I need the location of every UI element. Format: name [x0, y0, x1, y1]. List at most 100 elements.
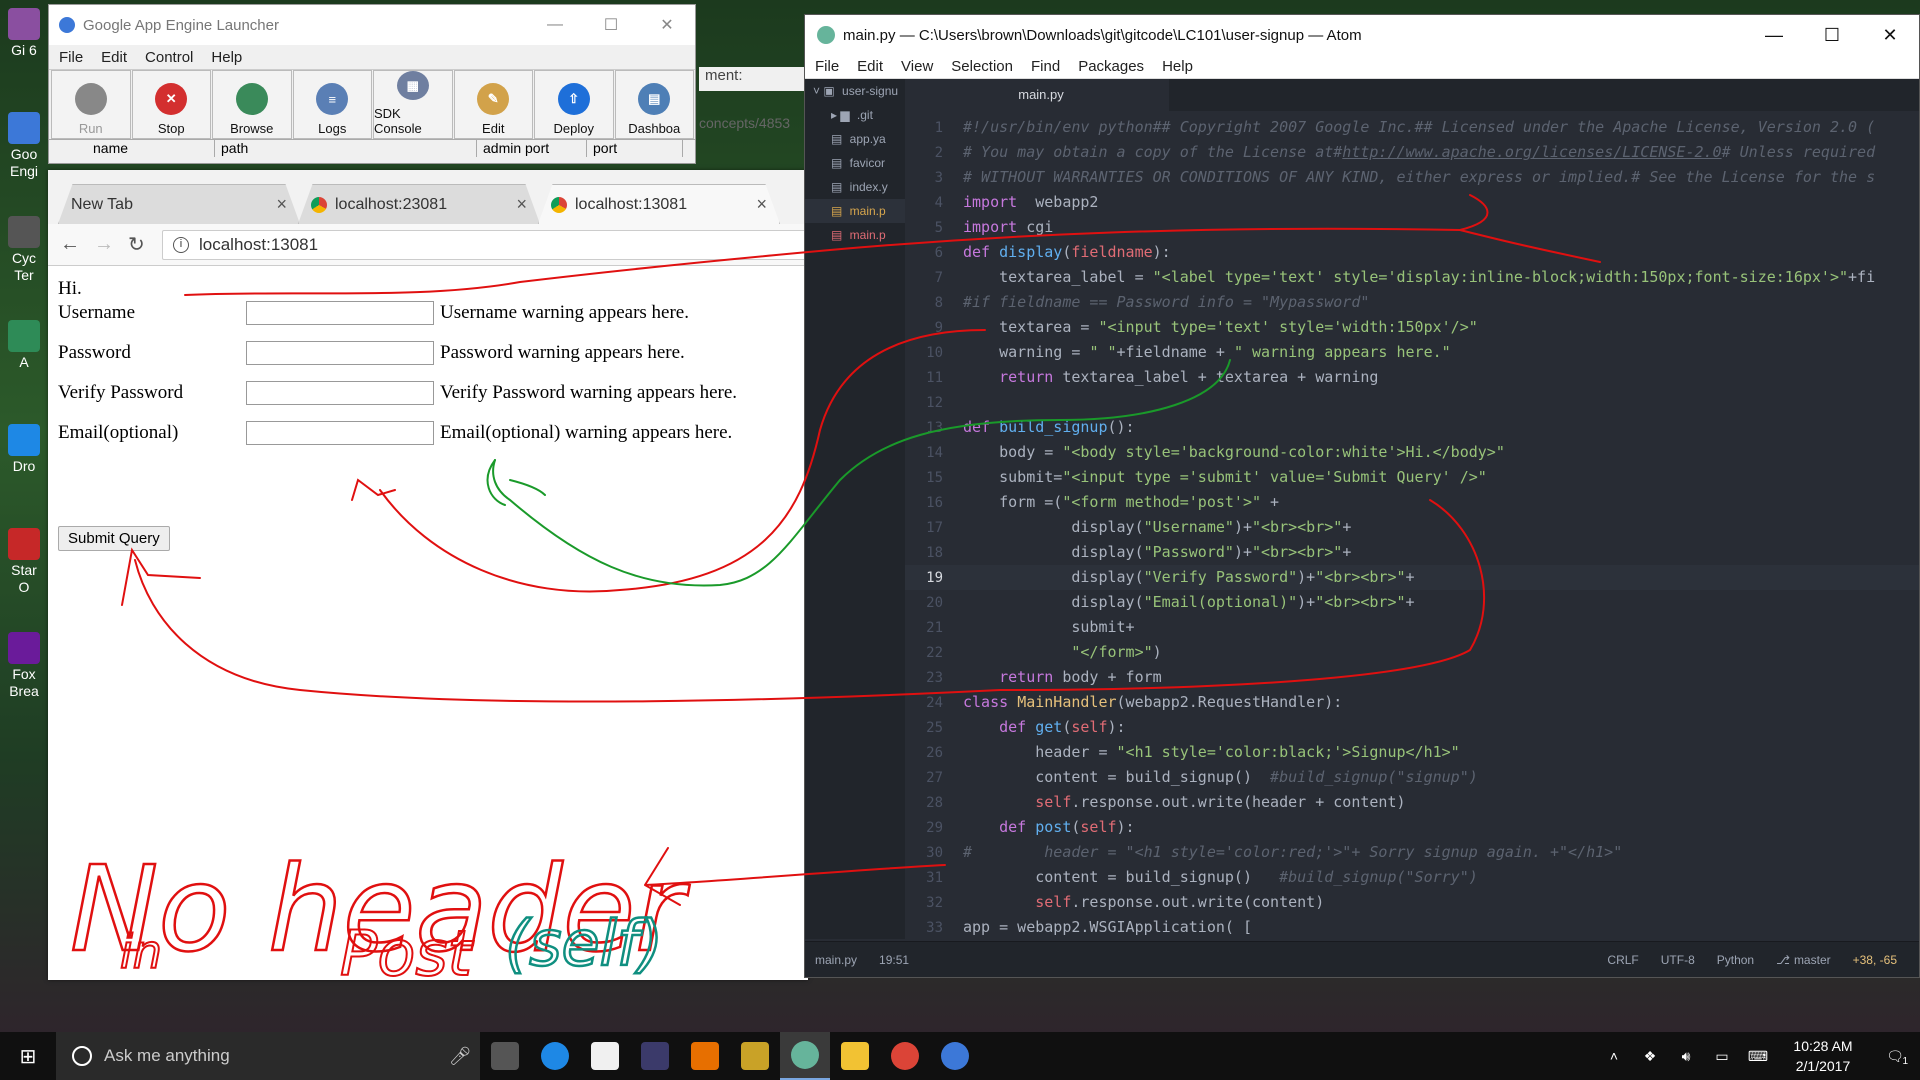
- battery-icon[interactable]: ▭: [1704, 1048, 1740, 1065]
- gae-menu-control[interactable]: Control: [145, 49, 193, 66]
- status-eol[interactable]: CRLF: [1607, 953, 1638, 967]
- keyboard-icon[interactable]: ⌨: [1740, 1048, 1776, 1065]
- taskbar-gae-button[interactable]: [930, 1032, 980, 1080]
- gae-tool-deploy[interactable]: ⇧ Deploy: [534, 70, 614, 139]
- tree-item[interactable]: ˅ ▣ user-signu: [805, 79, 905, 103]
- clock[interactable]: 10:28 AM 2/1/2017: [1776, 1036, 1870, 1076]
- taskbar-java-button[interactable]: [680, 1032, 730, 1080]
- dropbox-icon[interactable]: ❖: [1632, 1048, 1668, 1065]
- close-icon[interactable]: ✕: [639, 15, 695, 35]
- gae-tool-browse[interactable]: Browse: [212, 70, 292, 139]
- gae-menu-file[interactable]: File: [59, 49, 83, 66]
- desktop-icon[interactable]: Dro: [4, 424, 44, 475]
- gae-column-header[interactable]: admin port: [477, 140, 587, 157]
- atom-menu-edit[interactable]: Edit: [857, 58, 883, 75]
- field-input[interactable]: [246, 381, 434, 405]
- taskbar-chrome-button[interactable]: [880, 1032, 930, 1080]
- atom-menu-selection[interactable]: Selection: [951, 58, 1013, 75]
- desktop-icon[interactable]: Goo Engi: [4, 112, 44, 180]
- gae-tool-label: Deploy: [553, 121, 594, 136]
- notification-icon[interactable]: 🗨︎ 1: [1870, 1048, 1920, 1067]
- desktop-icon[interactable]: Fox Brea: [4, 632, 44, 700]
- taskbar-explorer-button[interactable]: [830, 1032, 880, 1080]
- gae-tool-run[interactable]: Run: [51, 70, 131, 139]
- back-icon[interactable]: ←: [60, 233, 94, 256]
- atom-menu-find[interactable]: Find: [1031, 58, 1060, 75]
- tree-item[interactable]: ▤ favicor: [805, 151, 905, 175]
- minimize-icon[interactable]: —: [1745, 25, 1803, 46]
- gae-tool-logs[interactable]: ≡ Logs: [292, 70, 372, 139]
- tab-close-icon[interactable]: ×: [516, 194, 527, 215]
- tab-close-icon[interactable]: ×: [756, 194, 767, 215]
- desktop-icon[interactable]: Cyc Ter: [4, 216, 44, 284]
- desktop-icon[interactable]: Gi 6: [4, 8, 44, 59]
- desktop-icon[interactable]: Star O: [4, 528, 44, 596]
- page-content: Hi. Username Username warning appears her…: [48, 266, 808, 966]
- file-icon: ▤: [831, 180, 846, 194]
- gae-menu-help[interactable]: Help: [211, 49, 242, 66]
- code-line: 30 # header = "<h1 style='color:red;'>"+ …: [905, 840, 1919, 865]
- windows-start-icon[interactable]: ⊞: [0, 1044, 56, 1069]
- browser-tab[interactable]: localhost:23081 ×: [298, 184, 540, 224]
- gae-column-header[interactable]: path: [215, 140, 477, 157]
- gae-column-header[interactable]: name: [87, 140, 215, 157]
- atom-menu-packages[interactable]: Packages: [1078, 58, 1144, 75]
- browser-tab[interactable]: localhost:13081 ×: [538, 184, 780, 224]
- status-grammar[interactable]: Python: [1717, 953, 1754, 967]
- status-encoding[interactable]: UTF-8: [1661, 953, 1695, 967]
- tree-item[interactable]: ▤ main.p: [805, 199, 905, 223]
- code-token: +: [1405, 593, 1415, 611]
- code-line: 2 # You may obtain a copy of the License …: [905, 140, 1919, 165]
- close-icon[interactable]: ✕: [1861, 25, 1919, 46]
- volume-icon[interactable]: 🔊︎: [1668, 1048, 1704, 1065]
- atom-titlebar[interactable]: main.py — C:\Users\brown\Downloads\git\g…: [805, 15, 1919, 55]
- address-bar[interactable]: i localhost:13081: [162, 229, 808, 260]
- status-file[interactable]: main.py: [815, 953, 857, 967]
- tree-item[interactable]: ▤ main.p: [805, 223, 905, 247]
- status-diff[interactable]: +38, -65: [1853, 953, 1897, 967]
- tree-item[interactable]: ▤ index.y: [805, 175, 905, 199]
- reload-icon[interactable]: ↻: [128, 232, 162, 257]
- code-editor[interactable]: 1 #!/usr/bin/env python## Copyright 2007 …: [905, 115, 1919, 939]
- forward-icon[interactable]: →: [94, 233, 128, 256]
- gae-menu-edit[interactable]: Edit: [101, 49, 127, 66]
- status-branch[interactable]: master: [1794, 953, 1831, 967]
- taskbar-tools-button[interactable]: [730, 1032, 780, 1080]
- editor-tab-main-py[interactable]: main.py: [913, 79, 1169, 111]
- taskbar-task-view-button[interactable]: [480, 1032, 530, 1080]
- gae-column-header[interactable]: port: [587, 140, 683, 157]
- code-token: # WITHOUT WARRANTIES OR CONDITIONS OF AN…: [963, 168, 1876, 186]
- field-label: Verify Password: [58, 382, 184, 403]
- cortana-search-box[interactable]: Ask me anything 🎤︎: [56, 1032, 480, 1080]
- taskbar-store-button[interactable]: [580, 1032, 630, 1080]
- info-icon[interactable]: i: [173, 236, 189, 253]
- status-cursor[interactable]: 19:51: [879, 953, 909, 967]
- gae-tool-stop[interactable]: ✕ Stop: [131, 70, 211, 139]
- tab-close-icon[interactable]: ×: [276, 194, 287, 215]
- desktop-icon[interactable]: A: [4, 320, 44, 371]
- code-token: cgi: [1017, 218, 1054, 236]
- atom-menu-help[interactable]: Help: [1162, 58, 1193, 75]
- gae-tool-dashboa[interactable]: ▤ Dashboa: [614, 70, 694, 139]
- gae-tool-sdk-console[interactable]: ▦ SDK Console: [373, 70, 453, 139]
- atom-menu-file[interactable]: File: [815, 58, 839, 75]
- field-input[interactable]: [246, 301, 434, 325]
- gae-titlebar[interactable]: Google App Engine Launcher — ☐ ✕: [49, 5, 695, 45]
- gae-tool-edit[interactable]: ✎ Edit: [453, 70, 533, 139]
- browser-tab[interactable]: New Tab ×: [58, 184, 300, 224]
- taskbar-atom-button[interactable]: [780, 1032, 830, 1080]
- maximize-icon[interactable]: ☐: [583, 15, 639, 35]
- field-input[interactable]: [246, 341, 434, 365]
- maximize-icon[interactable]: ☐: [1803, 25, 1861, 46]
- submit-button[interactable]: Submit Query: [58, 526, 170, 551]
- code-token: "<input type ='submit' value='Submit Que…: [1062, 468, 1487, 486]
- minimize-icon[interactable]: —: [527, 16, 583, 34]
- taskbar-edge-button[interactable]: [530, 1032, 580, 1080]
- taskbar-eclipse-button[interactable]: [630, 1032, 680, 1080]
- microphone-icon[interactable]: 🎤︎: [440, 1046, 480, 1067]
- field-input[interactable]: [246, 421, 434, 445]
- tree-item[interactable]: ▸ ▆ .git: [805, 103, 905, 127]
- tree-item[interactable]: ▤ app.ya: [805, 127, 905, 151]
- tray-chevron-icon[interactable]: ˄: [1596, 1048, 1632, 1064]
- atom-menu-view[interactable]: View: [901, 58, 933, 75]
